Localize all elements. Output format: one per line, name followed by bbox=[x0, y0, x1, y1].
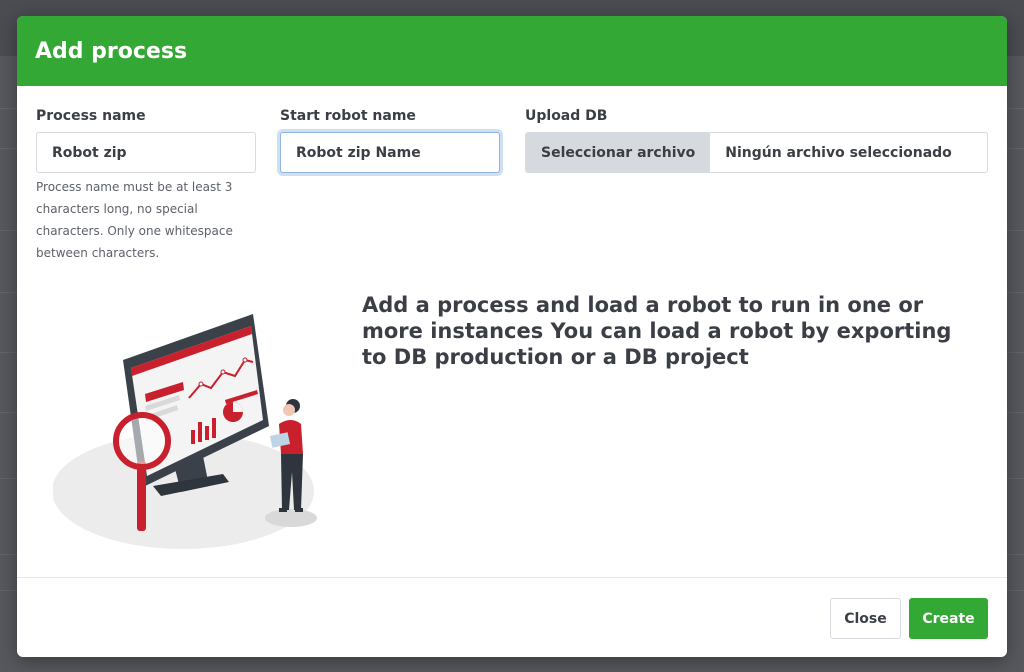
dialog-description: Add a process and load a robot to run in… bbox=[362, 293, 952, 369]
start-robot-name-input[interactable] bbox=[280, 132, 500, 173]
upload-db-field: Upload DB Seleccionar archivo Ningún arc… bbox=[525, 108, 988, 173]
choose-file-button[interactable]: Seleccionar archivo bbox=[526, 133, 711, 172]
dialog-footer: Close Create bbox=[17, 577, 1007, 657]
upload-db-file-input[interactable]: Seleccionar archivo Ningún archivo selec… bbox=[525, 132, 988, 173]
file-status-text: Ningún archivo seleccionado bbox=[725, 144, 952, 161]
add-process-dialog: Add process Process name Process name mu… bbox=[17, 16, 1007, 657]
process-name-input[interactable] bbox=[36, 132, 256, 173]
process-name-help: Process name must be at least 3 characte… bbox=[36, 180, 233, 260]
analytics-illustration bbox=[53, 314, 317, 549]
process-name-field: Process name Process name must be at lea… bbox=[36, 108, 256, 264]
start-robot-name-field: Start robot name bbox=[280, 108, 500, 173]
close-button[interactable]: Close bbox=[830, 598, 901, 639]
process-name-label: Process name bbox=[36, 108, 146, 124]
create-button[interactable]: Create bbox=[909, 598, 988, 639]
start-robot-name-label: Start robot name bbox=[280, 108, 416, 124]
dialog-title: Add process bbox=[35, 38, 188, 64]
upload-db-label: Upload DB bbox=[525, 108, 608, 124]
dialog-header: Add process bbox=[17, 16, 1007, 86]
